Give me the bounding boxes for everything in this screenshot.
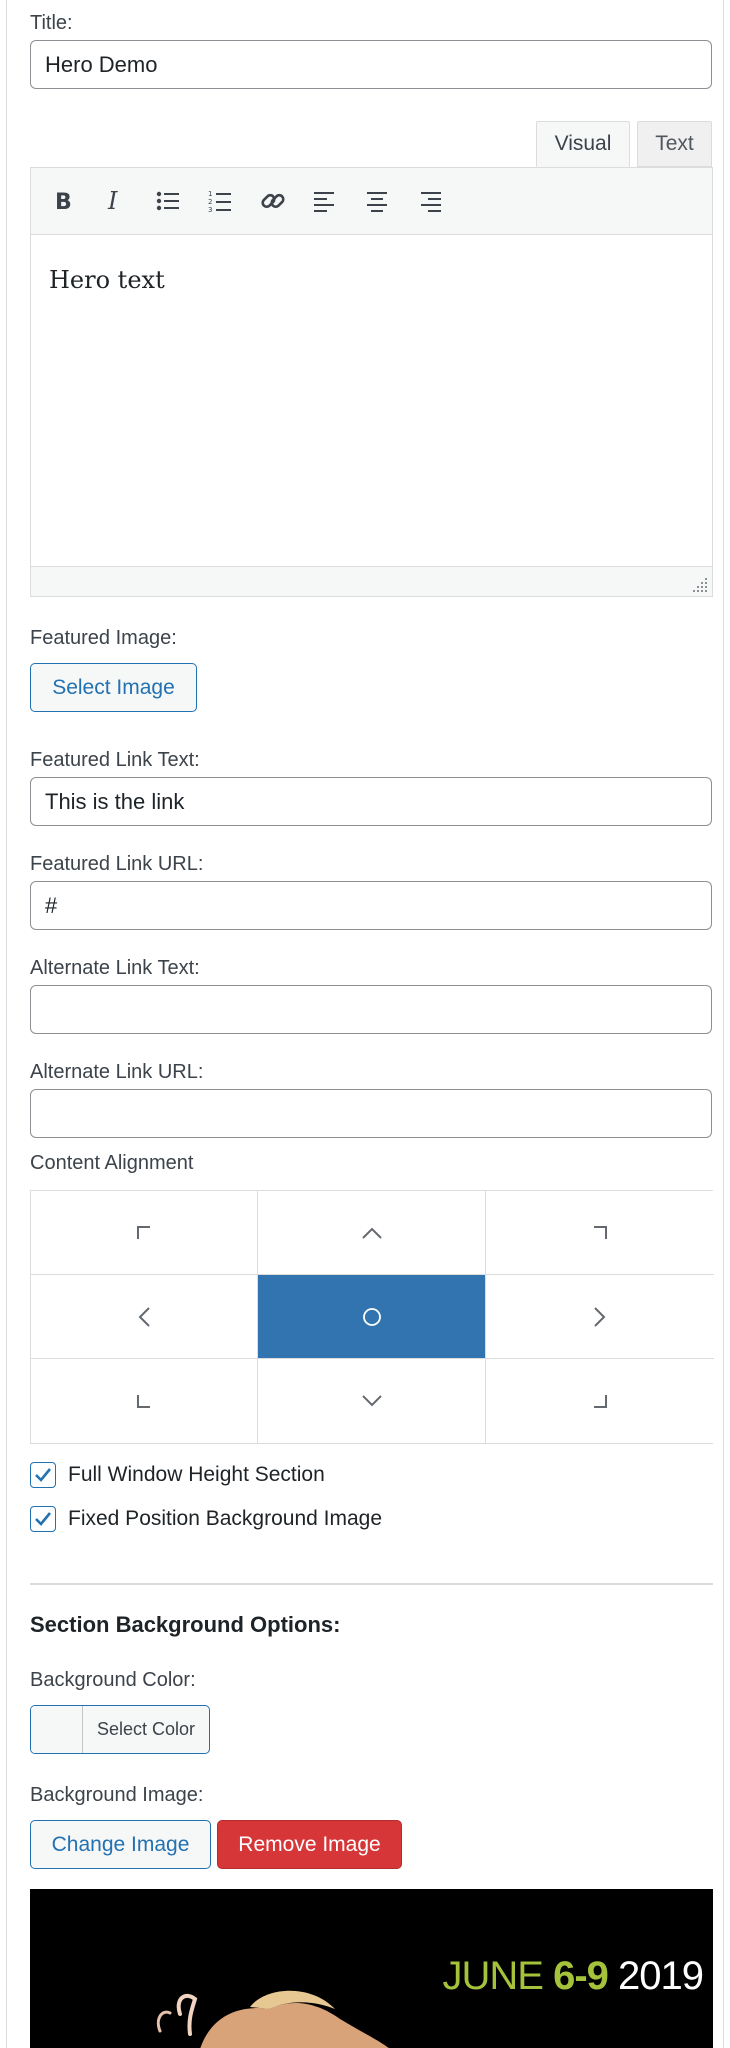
svg-text:1: 1 [208, 190, 212, 198]
corner-top-right-icon [594, 1225, 607, 1239]
chevron-right-icon [594, 1306, 606, 1327]
chevron-up-icon [361, 1227, 382, 1239]
title-label: Title: [30, 12, 73, 34]
banner-days: 6-9 [553, 1954, 609, 1998]
alternate-link-text-label: Alternate Link Text: [30, 957, 200, 979]
remove-image-button[interactable]: Remove Image [217, 1820, 402, 1869]
performer-figure [156, 1990, 389, 2048]
corner-bottom-right-icon [594, 1395, 607, 1408]
bold-icon[interactable]: B [44, 182, 82, 220]
svg-text:2: 2 [208, 198, 212, 206]
title-input[interactable]: Hero Demo [30, 40, 712, 89]
widget-panel: Title: Hero Demo Visual Text B I 123 Her… [6, 0, 724, 2048]
alternate-link-url-label: Alternate Link URL: [30, 1061, 204, 1083]
alternate-link-text-input[interactable] [30, 985, 712, 1034]
editor-toolbar: B I 123 [31, 168, 712, 235]
change-image-button[interactable]: Change Image [30, 1820, 211, 1869]
chevron-down-icon [361, 1395, 382, 1407]
align-center-button[interactable] [258, 1275, 486, 1359]
align-top-right-button[interactable] [486, 1191, 714, 1275]
featured-link-url-input[interactable]: # [30, 881, 712, 930]
editor-statusbar [31, 566, 712, 596]
full-window-height-label: Full Window Height Section [68, 1463, 325, 1486]
numbered-list-icon[interactable]: 123 [201, 182, 239, 220]
circle-icon [362, 1307, 381, 1326]
featured-image-label: Featured Image: [30, 627, 177, 649]
align-right-icon[interactable] [411, 182, 449, 220]
banner-date: JUNE 6-9 2019 [443, 1954, 704, 1999]
editor-content[interactable]: Hero text [49, 266, 165, 294]
fixed-position-bg-checkbox[interactable] [30, 1506, 56, 1532]
checkmark-icon [35, 1468, 52, 1482]
full-window-height-row[interactable]: Full Window Height Section [30, 1462, 325, 1488]
chevron-left-icon [138, 1306, 150, 1327]
align-middle-left-button[interactable] [31, 1275, 258, 1359]
align-top-left-button[interactable] [31, 1191, 258, 1275]
align-bottom-center-button[interactable] [258, 1359, 486, 1443]
align-center-icon[interactable] [358, 182, 396, 220]
alignment-grid [30, 1190, 714, 1444]
color-swatch [31, 1706, 83, 1753]
content-alignment-label: Content Alignment [30, 1152, 194, 1174]
fixed-position-bg-row[interactable]: Fixed Position Background Image [30, 1506, 382, 1532]
full-window-height-checkbox[interactable] [30, 1462, 56, 1488]
background-image-preview: JUNE 6-9 2019 [30, 1889, 713, 2048]
tab-text[interactable]: Text [637, 121, 712, 167]
featured-link-text-label: Featured Link Text: [30, 749, 200, 771]
align-top-center-button[interactable] [258, 1191, 486, 1275]
svg-text:3: 3 [208, 206, 212, 213]
link-icon[interactable] [254, 182, 292, 220]
select-color-label: Select Color [96, 1719, 196, 1739]
svg-text:I: I [107, 189, 118, 213]
section-background-heading: Section Background Options: [30, 1612, 341, 1637]
align-left-icon[interactable] [306, 182, 344, 220]
banner-month: JUNE [442, 1954, 544, 1998]
fixed-position-bg-label: Fixed Position Background Image [68, 1507, 383, 1530]
rich-text-editor: B I 123 Hero text [30, 167, 713, 597]
featured-link-url-label: Featured Link URL: [30, 853, 204, 875]
align-middle-right-button[interactable] [486, 1275, 714, 1359]
align-bottom-right-button[interactable] [486, 1359, 714, 1443]
section-divider [30, 1583, 713, 1585]
background-color-label: Background Color: [30, 1669, 196, 1691]
editor-content-area[interactable]: Hero text [31, 236, 712, 566]
select-image-button[interactable]: Select Image [30, 663, 197, 712]
svg-text:B: B [55, 190, 72, 213]
select-color-button[interactable]: Select Color [30, 1705, 210, 1754]
checkmark-icon [35, 1512, 52, 1526]
background-image-label: Background Image: [30, 1784, 204, 1806]
corner-bottom-left-icon [137, 1395, 150, 1408]
alternate-link-url-input[interactable] [30, 1089, 712, 1138]
italic-icon[interactable]: I [96, 182, 134, 220]
resize-handle-icon[interactable] [692, 577, 708, 593]
align-bottom-left-button[interactable] [31, 1359, 258, 1443]
corner-top-left-icon [137, 1225, 150, 1239]
tab-visual[interactable]: Visual [536, 121, 630, 167]
bulleted-list-icon[interactable] [149, 182, 187, 220]
featured-link-text-input[interactable]: This is the link [30, 777, 712, 826]
banner-year: 2019 [618, 1954, 704, 1998]
